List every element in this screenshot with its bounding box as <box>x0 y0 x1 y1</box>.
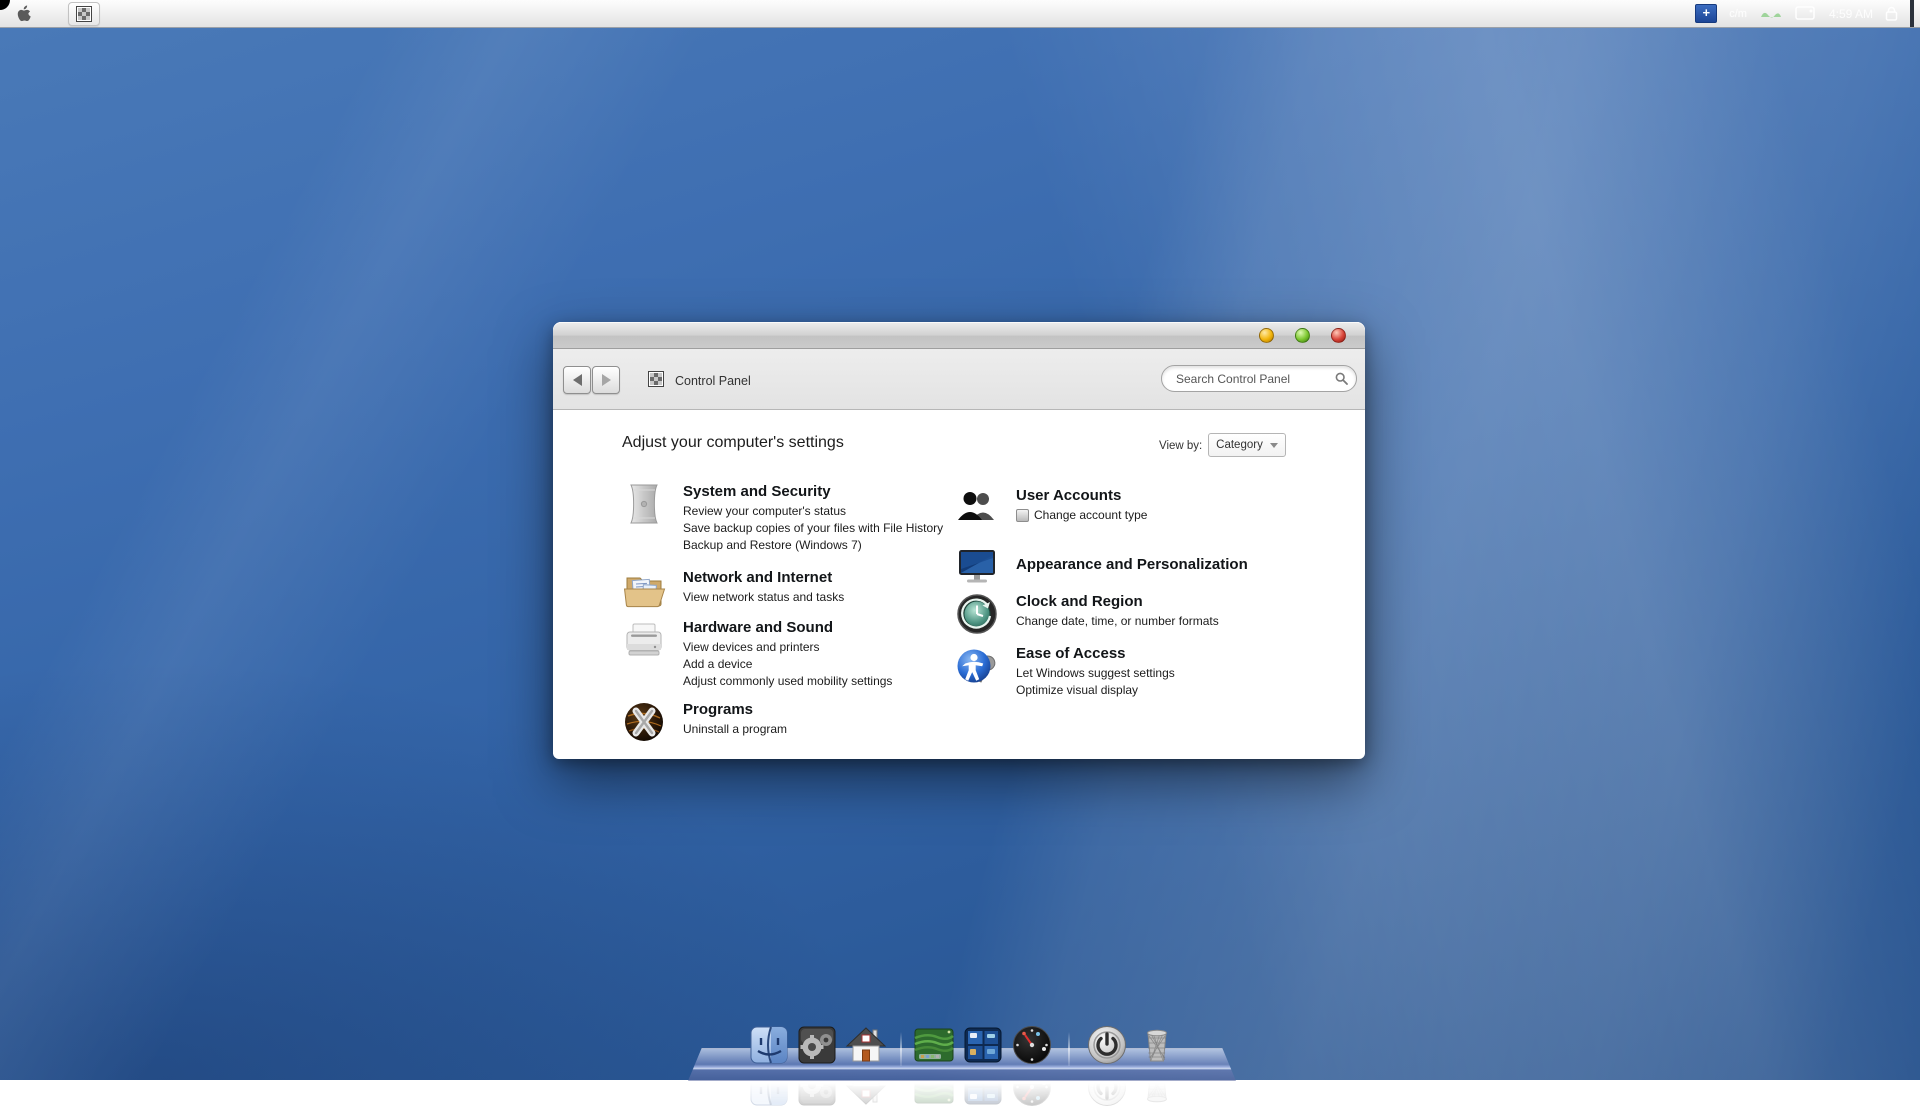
task-link[interactable]: Change date, time, or number formats <box>1016 613 1219 630</box>
category-title-link[interactable]: Ease of Access <box>1016 644 1175 663</box>
category-ease-of-access: Ease of Access Let Windows suggest setti… <box>955 644 1175 699</box>
trash-icon[interactable] <box>1136 1024 1178 1066</box>
finder-icon[interactable] <box>748 1024 790 1066</box>
zoom-button[interactable] <box>1295 328 1310 343</box>
search-box[interactable] <box>1161 365 1357 392</box>
view-by-label: View by: <box>1159 440 1202 452</box>
task-link[interactable]: Backup and Restore (Windows 7) <box>683 537 943 554</box>
printer-icon[interactable] <box>622 618 666 662</box>
task-link[interactable]: Uninstall a program <box>683 721 787 738</box>
close-button[interactable] <box>1331 328 1346 343</box>
network-status-icon[interactable] <box>1759 8 1783 20</box>
back-button[interactable] <box>563 366 591 394</box>
category-appearance-and-personalization: Appearance and Personalization <box>955 543 1248 587</box>
menu-extras: + c/m 4:59 AM <box>1695 0 1920 27</box>
search-input[interactable] <box>1174 371 1335 387</box>
system-preferences-icon[interactable] <box>796 1024 838 1066</box>
users-icon[interactable] <box>955 486 999 530</box>
apple-icon <box>16 5 31 23</box>
window-toolbar: Control Panel <box>553 349 1365 410</box>
desktop-wallpaper: + c/m 4:59 AM <box>0 0 1920 1080</box>
account-badge-icon <box>1016 509 1029 522</box>
accessibility-icon[interactable] <box>955 644 999 688</box>
search-icon[interactable] <box>1335 372 1348 385</box>
back-arrow-icon <box>573 374 582 386</box>
location-icon <box>648 371 664 392</box>
task-link[interactable]: View network status and tasks <box>683 589 844 606</box>
category-title-link[interactable]: Clock and Region <box>1016 592 1219 611</box>
menu-bar: + c/m 4:59 AM <box>0 0 1920 28</box>
control-panel-window: Control Panel Adjust your computer's set… <box>553 322 1365 758</box>
category-programs: Programs Uninstall a program <box>622 700 787 744</box>
mac-tower-icon[interactable] <box>622 482 666 526</box>
input-indicator[interactable]: c/m <box>1729 8 1747 20</box>
category-clock-and-region: Clock and Region Change date, time, or n… <box>955 592 1219 636</box>
generic-app-icon <box>648 371 664 387</box>
window-titlebar[interactable] <box>553 322 1365 349</box>
task-link[interactable]: Optimize visual display <box>1016 682 1175 699</box>
minimize-button[interactable] <box>1259 328 1274 343</box>
home-icon[interactable] <box>845 1024 887 1066</box>
dock-separator <box>1068 1032 1070 1066</box>
category-title-link[interactable]: User Accounts <box>1016 486 1147 505</box>
task-link[interactable]: Let Windows suggest settings <box>1016 665 1175 682</box>
clock-history-icon[interactable] <box>955 592 999 636</box>
monitor-icon[interactable] <box>955 543 999 587</box>
display-menu-icon[interactable] <box>1795 6 1817 21</box>
dock-separator <box>900 1032 902 1066</box>
window-content: Adjust your computer's settings View by:… <box>553 410 1365 759</box>
task-link[interactable]: Adjust commonly used mobility settings <box>683 673 892 690</box>
screen-edge-notch <box>1910 0 1914 27</box>
category-title-link[interactable]: System and Security <box>683 482 943 501</box>
osx-sphere-icon[interactable] <box>622 700 666 744</box>
category-hardware-and-sound: Hardware and Sound View devices and prin… <box>622 618 892 690</box>
forward-button[interactable] <box>592 366 620 394</box>
spaces-icon[interactable] <box>962 1024 1004 1066</box>
menu-clock[interactable]: 4:59 AM <box>1829 7 1873 21</box>
task-link[interactable]: Review your computer's status <box>683 503 943 520</box>
breadcrumb[interactable]: Control Panel <box>675 374 751 388</box>
dashboard-icon[interactable] <box>1011 1024 1053 1066</box>
page-title: Adjust your computer's settings <box>622 434 844 452</box>
category-title-link[interactable]: Hardware and Sound <box>683 618 892 637</box>
lock-icon[interactable] <box>1885 6 1898 21</box>
category-network-and-internet: Network and Internet View network status… <box>622 568 844 612</box>
generic-app-icon <box>76 6 92 22</box>
task-link[interactable]: Change account type <box>1016 507 1147 524</box>
category-user-accounts: User Accounts Change account type <box>955 486 1147 530</box>
view-by-value: Category <box>1216 439 1263 451</box>
chevron-down-icon <box>1270 443 1278 448</box>
forward-arrow-icon <box>602 374 611 386</box>
active-app-menu-button[interactable] <box>68 2 100 26</box>
folder-documents-icon[interactable] <box>622 568 666 612</box>
category-system-and-security: System and Security Review your computer… <box>622 482 943 554</box>
power-icon[interactable] <box>1086 1024 1128 1066</box>
view-by-dropdown[interactable]: Category <box>1208 433 1286 457</box>
add-icon[interactable]: + <box>1695 4 1717 23</box>
task-link[interactable]: Add a device <box>683 656 892 673</box>
desktop-preview-icon[interactable] <box>913 1024 955 1066</box>
category-title-link[interactable]: Network and Internet <box>683 568 844 587</box>
task-link[interactable]: Save backup copies of your files with Fi… <box>683 520 943 537</box>
category-title-link[interactable]: Appearance and Personalization <box>1016 555 1248 574</box>
task-link[interactable]: View devices and printers <box>683 639 892 656</box>
category-title-link[interactable]: Programs <box>683 700 787 719</box>
